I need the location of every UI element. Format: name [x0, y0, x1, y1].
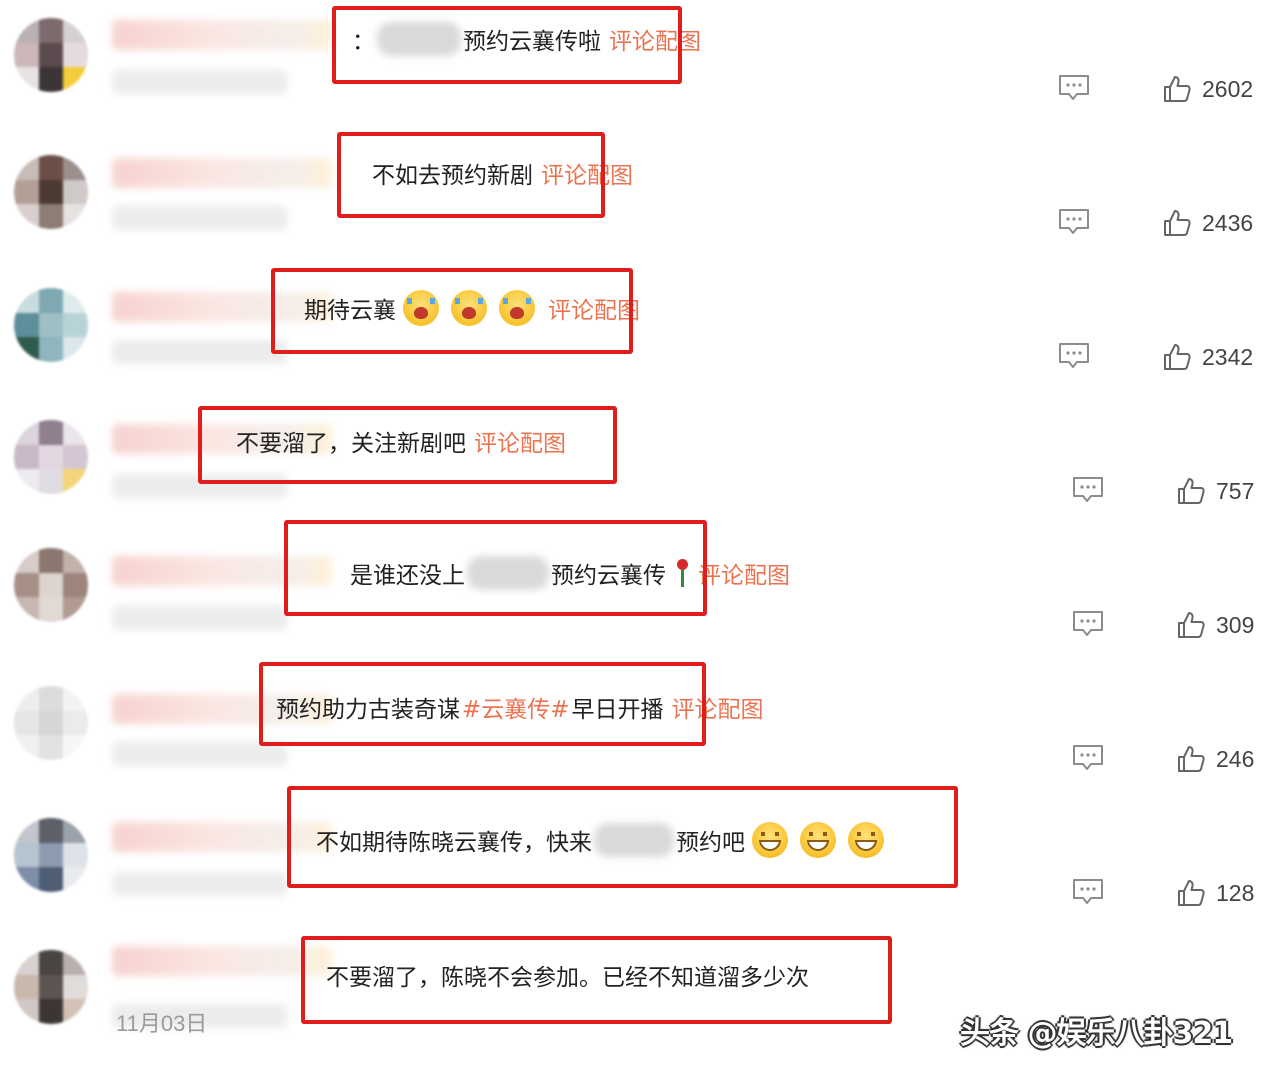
like-count: 2342 [1202, 344, 1254, 370]
highlight-box [259, 662, 706, 746]
reply-icon[interactable] [1058, 342, 1090, 370]
timestamp-redacted [112, 872, 287, 896]
avatar[interactable] [14, 155, 88, 229]
comment-image-link[interactable]: 评论配图 [698, 556, 790, 590]
like-count: 757 [1216, 478, 1255, 504]
avatar[interactable] [14, 818, 88, 892]
username-redacted[interactable] [112, 158, 332, 188]
timestamp-redacted [112, 206, 287, 230]
username-redacted[interactable] [112, 946, 332, 976]
reply-icon[interactable] [1072, 476, 1104, 504]
like-count: 246 [1216, 746, 1255, 772]
timestamp-redacted [112, 340, 287, 364]
avatar[interactable] [14, 420, 88, 494]
thumbs-up-icon[interactable] [1162, 342, 1192, 372]
reply-icon[interactable] [1072, 610, 1104, 638]
like-count: 309 [1216, 612, 1255, 638]
like-count: 128 [1216, 880, 1255, 906]
highlight-box [198, 406, 617, 484]
timestamp-redacted [112, 606, 287, 630]
timestamp: 11月03日 [116, 1011, 208, 1036]
highlight-box [284, 520, 707, 616]
highlight-box [287, 786, 958, 888]
thumbs-up-icon[interactable] [1176, 610, 1206, 640]
reply-icon[interactable] [1072, 878, 1104, 906]
comment-item: 11月03日 不要溜了，陈晓不会参加。已经不知道溜多少次 [0, 0, 1282, 1036]
avatar[interactable] [14, 548, 88, 622]
avatar[interactable] [14, 686, 88, 760]
avatar[interactable] [14, 950, 88, 1024]
thumbs-up-icon[interactable] [1176, 878, 1206, 908]
thumbs-up-icon[interactable] [1162, 208, 1192, 238]
avatar[interactable] [14, 288, 88, 362]
highlight-box [337, 132, 605, 218]
highlight-box [301, 936, 892, 1024]
watermark: 头条 @娱乐八卦321 [960, 1016, 1233, 1051]
reply-icon[interactable] [1072, 744, 1104, 772]
thumbs-up-icon[interactable] [1176, 744, 1206, 774]
like-count: 2436 [1202, 210, 1254, 236]
reply-icon[interactable] [1058, 208, 1090, 236]
highlight-box [271, 268, 633, 354]
thumbs-up-icon[interactable] [1176, 476, 1206, 506]
